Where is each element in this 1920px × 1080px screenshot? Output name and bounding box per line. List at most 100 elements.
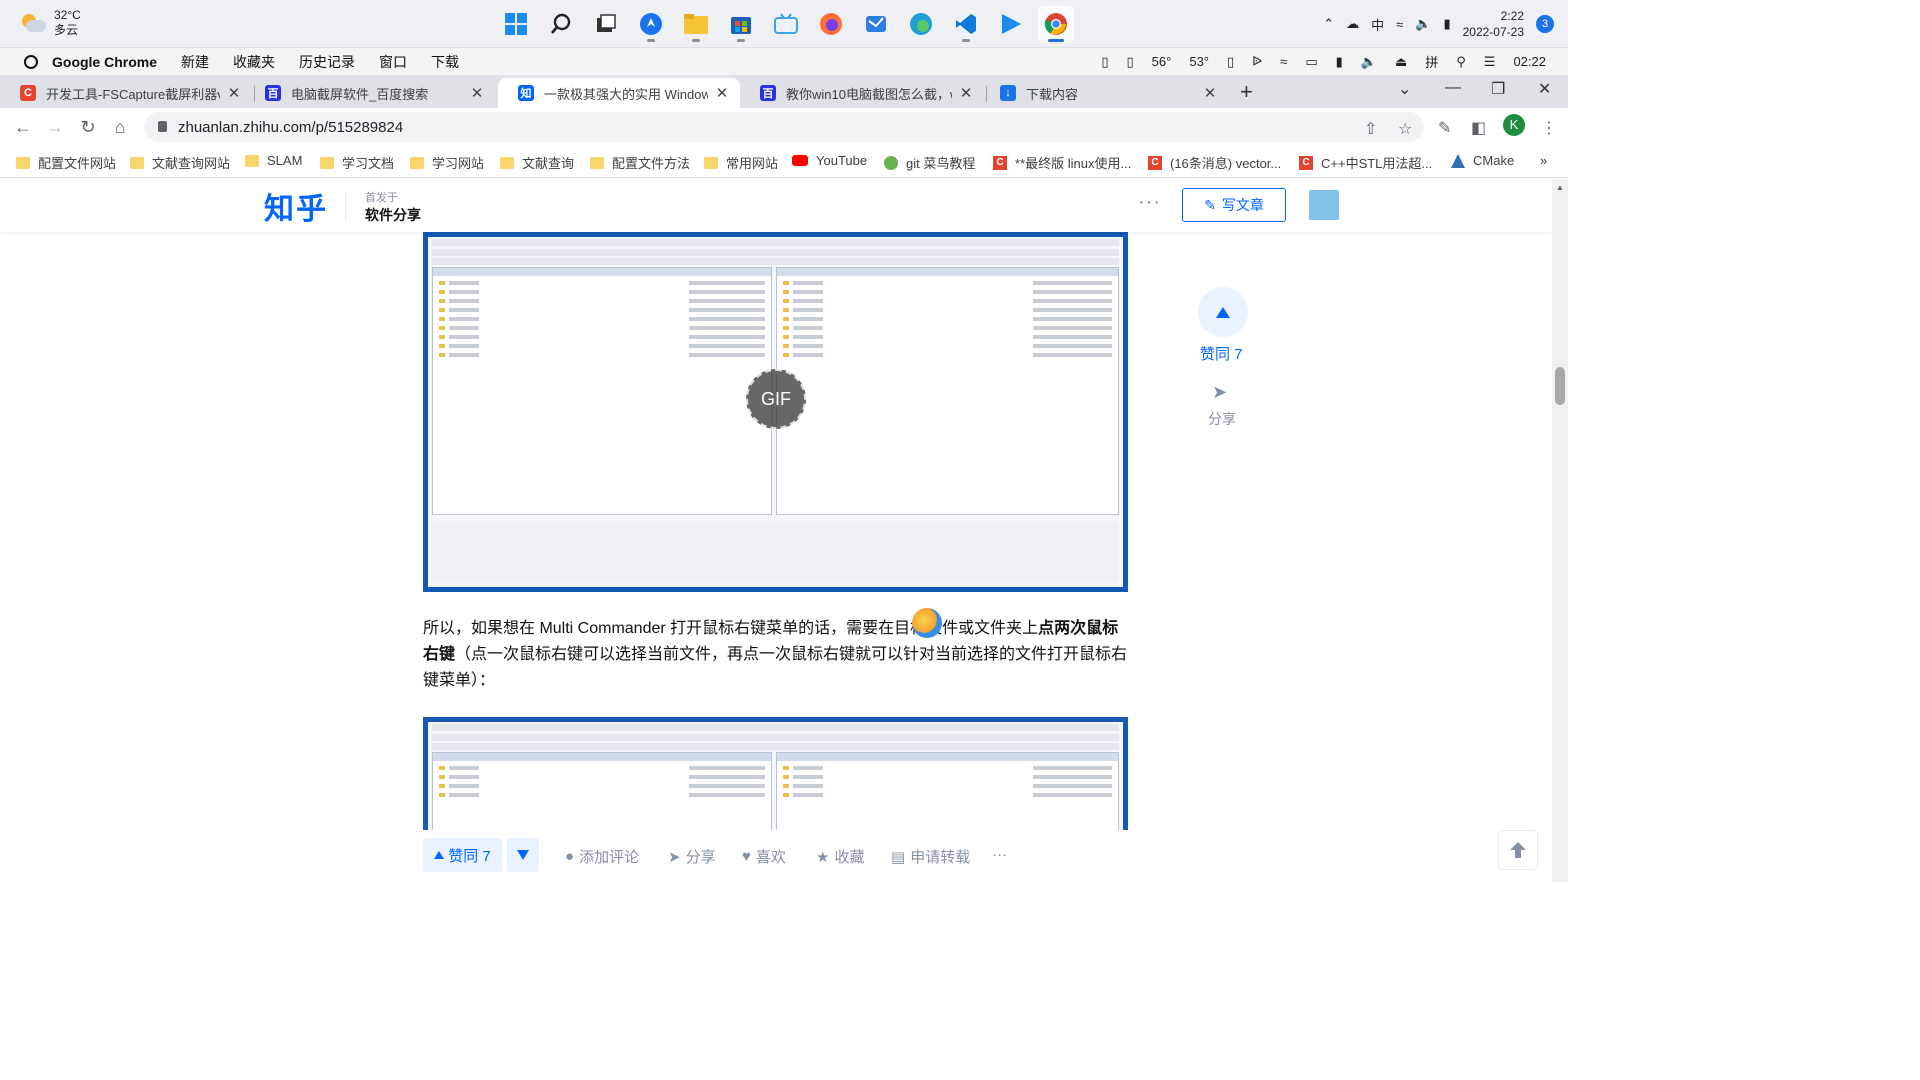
bluetooth-icon[interactable]: ᐉ	[1252, 54, 1262, 70]
bookmark-folder[interactable]: SLAM	[245, 153, 302, 168]
forward-button[interactable]: →	[44, 116, 66, 138]
taskbar-clock[interactable]: 2:22 2022-07-23	[1463, 8, 1524, 40]
tab-fscapture[interactable]: C 开发工具-FSCapture截屏利器v7 ✕	[0, 78, 252, 108]
taskbar-app-bilibili[interactable]	[768, 6, 804, 42]
volume-icon[interactable]: 🔈	[1415, 16, 1431, 32]
phone-icon[interactable]: ▯	[1101, 54, 1108, 70]
column-name[interactable]: 软件分享	[365, 205, 421, 225]
phone-icon[interactable]: ▯	[1227, 54, 1234, 70]
minimize-button[interactable]: —	[1445, 79, 1461, 97]
tab-downloads[interactable]: ↓ 下载内容 ✕	[980, 78, 1228, 108]
taskbar-app-store[interactable]	[723, 6, 759, 42]
address-bar[interactable]: zhuanlan.zhihu.com/p/515289824 ⇧ ☆	[144, 112, 1424, 142]
close-icon[interactable]: ✕	[226, 84, 242, 102]
menubar-clock[interactable]: 02:22	[1513, 54, 1546, 69]
close-icon[interactable]: ✕	[958, 84, 974, 102]
taskbar-app-feishu[interactable]	[633, 6, 669, 42]
side-panel-icon[interactable]: ◧	[1471, 118, 1486, 138]
page-scrollbar[interactable]: ▲	[1552, 179, 1568, 882]
repost-button[interactable]: ▤ 申请转载	[891, 846, 970, 867]
like-button[interactable]: ♥ 喜欢	[742, 846, 786, 867]
menu-item-history[interactable]: 历史记录	[299, 52, 355, 72]
search-button[interactable]	[543, 6, 579, 42]
taskbar-app-edge[interactable]	[903, 6, 939, 42]
phone-icon[interactable]: ▯	[1127, 54, 1134, 70]
bookmark-csdn[interactable]: C C++中STL用法超...	[1299, 153, 1432, 172]
back-button[interactable]: ←	[12, 116, 34, 138]
taskbar-app-player[interactable]	[993, 6, 1029, 42]
user-avatar[interactable]	[1309, 190, 1339, 220]
close-icon[interactable]: ✕	[1202, 84, 1218, 102]
url-text[interactable]: zhuanlan.zhihu.com/p/515289824	[178, 119, 403, 136]
bookmark-folder[interactable]: 配置文件方法	[590, 153, 690, 172]
tab-baidu-win10[interactable]: 百 教你win10电脑截图怎么截，win ✕	[740, 78, 984, 108]
side-upvote-button[interactable]	[1198, 287, 1248, 337]
bookmark-folder[interactable]: 配置文件网站	[16, 153, 116, 172]
menu-item-window[interactable]: 窗口	[379, 52, 407, 72]
bookmark-folder[interactable]: 文献查询网站	[130, 153, 230, 172]
bookmark-folder[interactable]: 学习网站	[410, 153, 484, 172]
eject-icon[interactable]: ⏏	[1395, 54, 1407, 70]
bookmark-csdn[interactable]: C (16条消息) vector...	[1148, 153, 1281, 172]
menu-item-new[interactable]: 新建	[181, 52, 209, 72]
share-icon[interactable]: ⇧	[1364, 119, 1377, 139]
gpu-temp[interactable]: 53°	[1189, 54, 1209, 69]
new-tab-button[interactable]: +	[1240, 79, 1253, 105]
ime-indicator[interactable]: 拼	[1425, 52, 1438, 71]
upvote-button[interactable]: 赞同 7	[423, 838, 502, 872]
bookmark-folder[interactable]: 常用网站	[704, 153, 778, 172]
battery-icon[interactable]: ▮	[1336, 54, 1343, 70]
display-icon[interactable]: ▭	[1305, 54, 1317, 70]
more-actions-icon[interactable]: ···	[992, 846, 1007, 863]
home-button[interactable]: ⌂	[109, 116, 131, 138]
system-menu-icon[interactable]	[24, 54, 38, 69]
zhihu-logo[interactable]: 知乎	[264, 184, 328, 228]
menu-item-download[interactable]: 下载	[431, 52, 459, 72]
cpu-temp[interactable]: 56°	[1152, 54, 1172, 69]
downvote-button[interactable]	[507, 838, 539, 872]
volume-icon[interactable]: 🔈	[1361, 54, 1377, 70]
bookmark-cmake[interactable]: CMake	[1451, 153, 1514, 168]
start-button[interactable]	[498, 6, 534, 42]
tab-zhihu-active[interactable]: 知 一款极其强大的实用 Windows 工 ✕	[498, 78, 740, 108]
close-icon[interactable]: ✕	[714, 84, 730, 102]
battery-icon[interactable]: ▮	[1443, 16, 1450, 32]
bookmark-youtube[interactable]: YouTube	[792, 153, 867, 168]
star-icon[interactable]: ☆	[1398, 119, 1412, 139]
back-to-top-button[interactable]	[1498, 830, 1538, 870]
menu-item-bookmarks[interactable]: 收藏夹	[233, 52, 275, 72]
window-close-button[interactable]: ✕	[1538, 79, 1551, 99]
taskbar-app-mail[interactable]	[858, 6, 894, 42]
restore-button[interactable]: ❐	[1491, 79, 1505, 99]
bookmark-folder[interactable]: 学习文档	[320, 153, 394, 172]
side-share-label[interactable]: 分享	[1208, 409, 1236, 429]
bookmark-folder[interactable]: 文献查询	[500, 153, 574, 172]
bookmark-git[interactable]: git 菜鸟教程	[884, 153, 975, 172]
gif-play-badge[interactable]: GIF	[746, 369, 806, 429]
paper-plane-icon[interactable]: ➤	[1212, 382, 1227, 403]
write-article-button[interactable]: ✎ 写文章	[1182, 188, 1286, 222]
lock-icon[interactable]	[158, 121, 167, 132]
more-icon[interactable]: ···	[1138, 191, 1161, 214]
bookmarks-overflow-icon[interactable]: »	[1540, 153, 1547, 168]
search-icon[interactable]: ⚲	[1456, 54, 1466, 70]
profile-avatar[interactable]: K	[1503, 114, 1525, 136]
share-button[interactable]: ➤ 分享	[668, 846, 716, 867]
favorite-button[interactable]: ★ 收藏	[816, 846, 864, 867]
taskbar-app-chrome[interactable]	[1038, 6, 1074, 42]
bookmark-csdn[interactable]: C **最终版 linux使用...	[993, 153, 1131, 172]
extensions-icon[interactable]: ✎	[1438, 118, 1451, 138]
scroll-up-arrow-icon[interactable]: ▲	[1556, 183, 1564, 192]
reload-button[interactable]: ↻	[77, 116, 99, 138]
weather-widget[interactable]: 32°C 多云	[20, 8, 81, 38]
comment-button[interactable]: ● 添加评论	[565, 846, 639, 867]
more-menu-icon[interactable]: ⋮	[1541, 118, 1557, 138]
close-icon[interactable]: ✕	[469, 84, 485, 102]
taskbar-app-firefox[interactable]	[813, 6, 849, 42]
menu-app-name[interactable]: Google Chrome	[52, 54, 157, 70]
tab-search-chevron-icon[interactable]: ⌄	[1398, 79, 1411, 99]
wifi-icon[interactable]: ≈	[1280, 54, 1287, 69]
ime-indicator[interactable]: 中	[1371, 15, 1384, 34]
wifi-icon[interactable]: ≈	[1396, 17, 1403, 32]
notification-badge[interactable]: 3	[1536, 15, 1554, 33]
